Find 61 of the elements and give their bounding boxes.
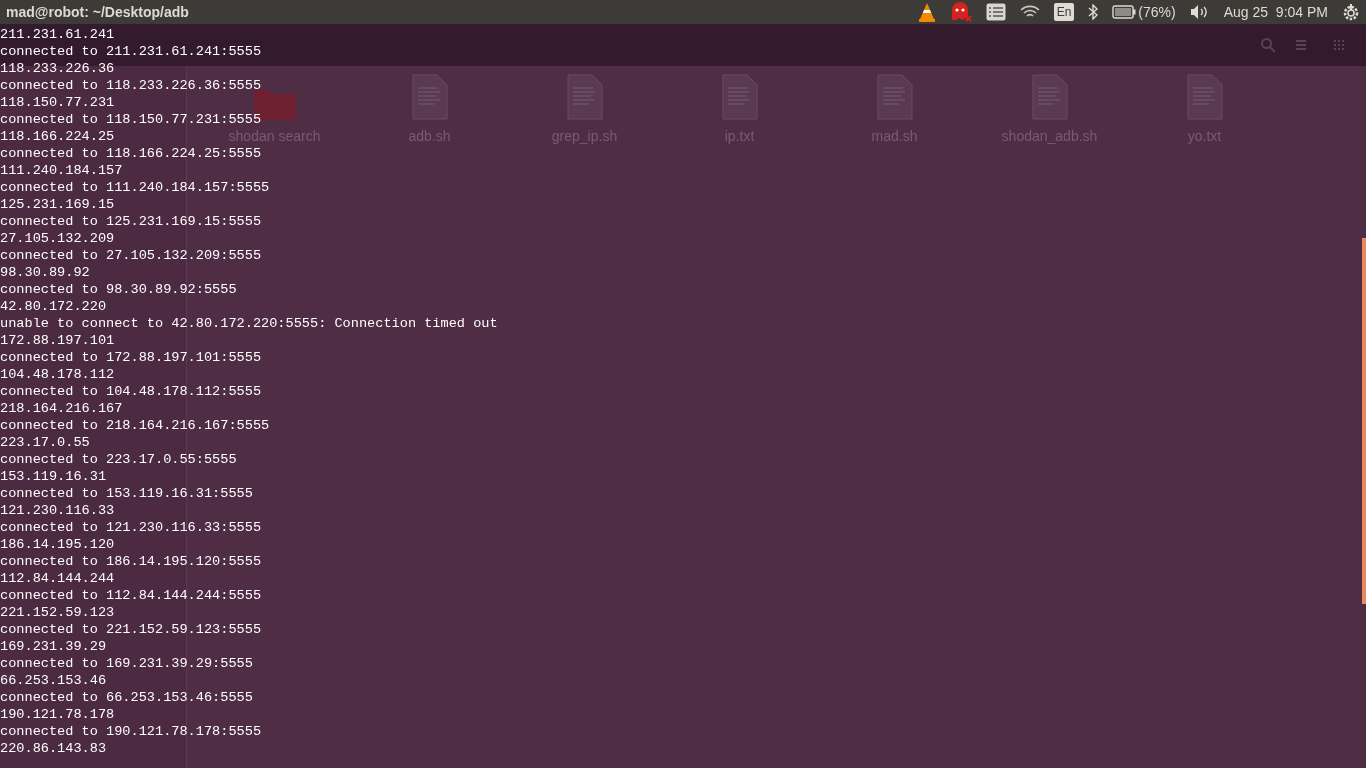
terminal-line: 220.86.143.83 [0, 740, 107, 757]
keyboard-layout-indicator[interactable]: En [1053, 3, 1075, 21]
terminal-line: connected to 125.231.169.15:5555 [0, 213, 262, 230]
terminal-line: 218.164.216.167 [0, 400, 123, 417]
volume-icon[interactable] [1189, 4, 1210, 20]
terminal-line: connected to 172.88.197.101:5555 [0, 349, 262, 366]
clock[interactable]: Aug 25 9:04 PM [1223, 1, 1328, 23]
wifi-icon[interactable] [1019, 5, 1040, 19]
terminal-line: 98.30.89.92 [0, 264, 90, 281]
terminal-line: connected to 186.14.195.120:5555 [0, 553, 262, 570]
traffic-cone-icon[interactable] [917, 2, 936, 22]
terminal-line: 118.166.224.25 [0, 128, 115, 145]
terminal-line: connected to 121.230.116.33:5555 [0, 519, 262, 536]
terminal-line: connected to 111.240.184.157:5555 [0, 179, 270, 196]
terminal-line: connected to 98.30.89.92:5555 [0, 281, 237, 298]
terminal-line: 169.231.39.29 [0, 638, 107, 655]
document-icon [876, 74, 913, 120]
terminal-line: connected to 118.150.77.231:5555 [0, 111, 262, 128]
terminal-line: 42.80.172.220 [0, 298, 107, 315]
terminal-line: 118.233.226.36 [0, 60, 115, 77]
terminal-line: connected to 190.121.78.178:5555 [0, 723, 262, 740]
terminal-line: 153.119.16.31 [0, 468, 107, 485]
bluetooth-icon[interactable] [1088, 4, 1099, 20]
document-icon [411, 74, 448, 120]
terminal-line: 190.121.78.178 [0, 706, 115, 723]
window-title: mad@robot: ~/Desktop/adb [6, 2, 189, 22]
terminal-line: 223.17.0.55 [0, 434, 90, 451]
terminal-line: 104.48.178.112 [0, 366, 115, 383]
battery-icon[interactable] [1112, 5, 1137, 19]
terminal-line: 121.230.116.33 [0, 502, 115, 519]
terminal-line: connected to 104.48.178.112:5555 [0, 383, 262, 400]
list-icon[interactable] [985, 3, 1006, 21]
terminal-line: connected to 66.253.153.46:5555 [0, 689, 253, 706]
scrollbar-thumb[interactable] [1362, 238, 1366, 604]
document-icon [566, 74, 603, 120]
terminal-line: 27.105.132.209 [0, 230, 115, 247]
terminal-line: 66.253.153.46 [0, 672, 107, 689]
terminal-line: connected to 118.166.224.25:5555 [0, 145, 262, 162]
terminal-line: connected to 112.84.144.244:5555 [0, 587, 262, 604]
terminal-line: connected to 211.231.61.241:5555 [0, 43, 262, 60]
document-icon [1186, 74, 1223, 120]
terminal-line: 112.84.144.244 [0, 570, 115, 587]
terminal-line: 172.88.197.101 [0, 332, 115, 349]
terminal-line: 186.14.195.120 [0, 536, 115, 553]
terminal-line: 125.231.169.15 [0, 196, 115, 213]
document-icon [721, 74, 758, 120]
terminal-line: connected to 221.152.59.123:5555 [0, 621, 262, 638]
document-icon [1031, 74, 1068, 120]
ghost-icon[interactable] [949, 2, 972, 22]
terminal-line: connected to 223.17.0.55:5555 [0, 451, 237, 468]
terminal-line: 221.152.59.123 [0, 604, 115, 621]
terminal-line: 118.150.77.231 [0, 94, 115, 111]
terminal-line: connected to 169.231.39.29:5555 [0, 655, 253, 672]
terminal-line: 111.240.184.157 [0, 162, 123, 179]
terminal-line: connected to 27.105.132.209:5555 [0, 247, 262, 264]
terminal-line: connected to 118.233.226.36:5555 [0, 77, 262, 94]
battery-percentage: (76%) [1138, 2, 1176, 22]
terminal-line: connected to 218.164.216.167:5555 [0, 417, 270, 434]
terminal-line: 211.231.61.241 [0, 26, 115, 43]
terminal-line: connected to 153.119.16.31:5555 [0, 485, 253, 502]
terminal-line: unable to connect to 42.80.172.220:5555: Connection timed out [0, 315, 498, 332]
